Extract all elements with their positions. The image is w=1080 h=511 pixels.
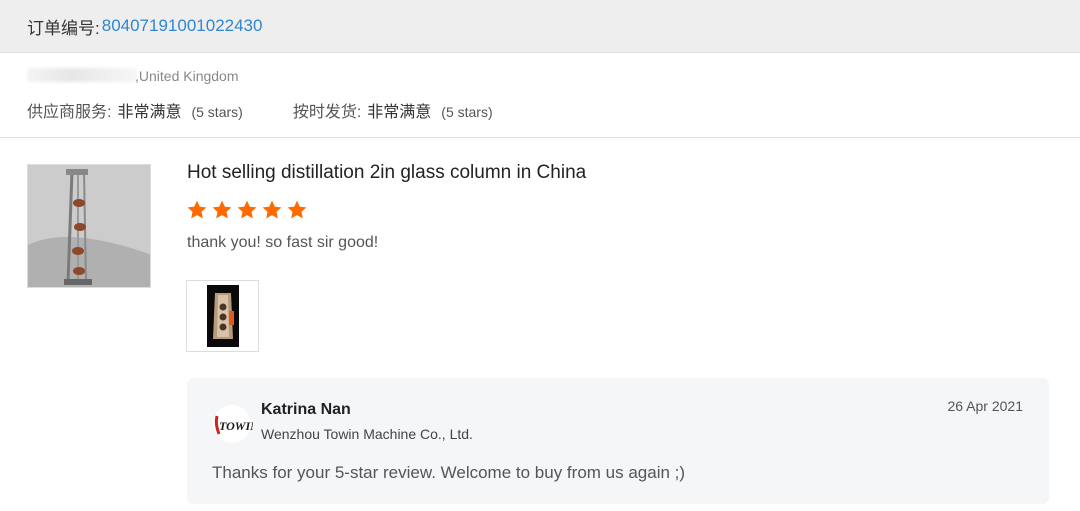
seller-name: Katrina Nan (261, 401, 351, 418)
rating-label: 按时发货: (292, 104, 362, 121)
rating-value: 非常满意 (367, 104, 432, 121)
review-photo-thumbnail[interactable] (186, 280, 259, 352)
order-header: 订单编号: 80407191001022430 (0, 0, 1080, 53)
star-icon (212, 200, 232, 219)
seller-reply: TOWIN Katrina Nan Wenzhou Towin Machine … (187, 378, 1049, 504)
star-icon (237, 200, 257, 219)
star-icon (262, 200, 282, 219)
rating-stars-text: (5 stars) (441, 104, 493, 120)
product-image (28, 165, 150, 287)
rating-supplier-service: 供应商服务: 非常满意 (5 stars) (27, 98, 243, 122)
order-number-link[interactable]: 80407191001022430 (102, 16, 263, 36)
rating-value: 非常满意 (117, 104, 182, 121)
ratings-row: 供应商服务: 非常满意 (5 stars) 按时发货: 非常满意 (5 star… (27, 98, 543, 122)
rating-on-time-delivery: 按时发货: 非常满意 (5 stars) (293, 98, 493, 122)
reply-text: Thanks for your 5-star review. Welcome t… (212, 463, 686, 482)
reply-date: 26 Apr 2021 (947, 398, 1023, 414)
order-number-label: 订单编号: (27, 18, 100, 38)
buyer-name-redacted (27, 68, 137, 82)
seller-company: Wenzhou Towin Machine Co., Ltd. (261, 426, 473, 442)
star-icon (287, 200, 307, 219)
rating-stars-text: (5 stars) (191, 104, 243, 120)
rating-label: 供应商服务: (27, 104, 112, 121)
buyer-info: ,United Kingdom 供应商服务: 非常满意 (5 stars) 按时… (0, 53, 1080, 138)
buyer-country: ,United Kingdom (135, 68, 239, 84)
towin-logo: TOWIN (213, 405, 253, 443)
product-rating-stars (186, 199, 311, 221)
product-title[interactable]: Hot selling distillation 2in glass colum… (187, 162, 586, 184)
star-icon (187, 200, 207, 219)
review-photo-image (207, 285, 239, 347)
logo-text: TOWIN (219, 419, 253, 433)
product-thumbnail[interactable] (27, 164, 151, 288)
review-text: thank you! so fast sir good! (187, 234, 379, 251)
